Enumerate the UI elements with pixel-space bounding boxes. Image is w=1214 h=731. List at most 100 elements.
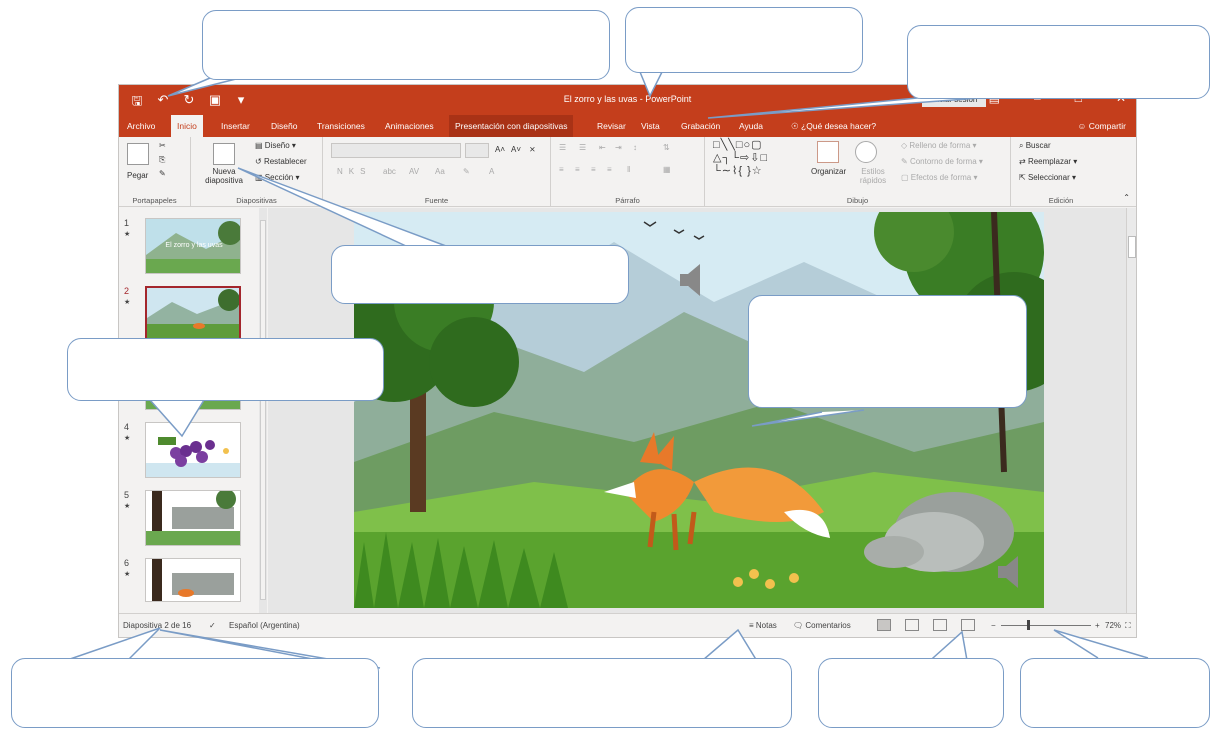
- normal-view-icon[interactable]: [877, 619, 891, 631]
- increase-indent-icon[interactable]: ⇥: [615, 143, 622, 152]
- notes-button[interactable]: ≡ Notas: [749, 621, 777, 630]
- callout-box-new-slide: [331, 245, 629, 304]
- strikethrough-icon[interactable]: abc: [383, 167, 396, 176]
- select-button[interactable]: ⇱ Seleccionar ▾: [1019, 173, 1076, 182]
- collapse-ribbon-icon[interactable]: ⌃: [1123, 193, 1130, 202]
- section-button[interactable]: ▥ Sección ▾: [255, 173, 300, 182]
- slide-thumbnail-1[interactable]: El zorro y las uvas: [145, 218, 241, 274]
- thumbnail-2-image: [147, 288, 239, 340]
- tab-vista[interactable]: Vista: [635, 115, 666, 137]
- tab-ayuda[interactable]: Ayuda: [733, 115, 769, 137]
- callout-box-slide-area: [748, 295, 1027, 408]
- slideshow-view-icon[interactable]: [961, 619, 975, 631]
- quick-styles-button[interactable]: Estilos rápidos: [853, 167, 893, 185]
- paragraph-group: ☰ ☰ ⇤ ⇥ ↕ ⇅ ≡ ≡ ≡ ≡ ‖ ▦ Párrafo: [551, 137, 705, 207]
- font-size-box[interactable]: [465, 143, 489, 158]
- comments-button[interactable]: 🗨 Comentarios: [793, 621, 851, 630]
- slide-thumbnail-6[interactable]: [145, 558, 241, 602]
- paste-icon[interactable]: [127, 143, 149, 165]
- thumbnails-scrollbar[interactable]: [259, 208, 267, 615]
- shapes-gallery[interactable]: □╲╲□○▢ △┐└⇨⇩□ └∼⌇{ }☆: [713, 139, 768, 178]
- zoom-in-icon[interactable]: +: [1095, 621, 1100, 630]
- language-indicator[interactable]: Español (Argentina): [229, 621, 300, 630]
- tab-insertar[interactable]: Insertar: [215, 115, 256, 137]
- arrange-icon[interactable]: [817, 141, 839, 163]
- shape-fill-button[interactable]: ◇ Relleno de forma ▾: [901, 141, 977, 150]
- line-spacing-icon[interactable]: ↕: [633, 143, 637, 152]
- slide-thumbnail-4[interactable]: [145, 422, 241, 478]
- reset-button[interactable]: ↺ Restablecer: [255, 157, 307, 166]
- callout-box-zoom: [1020, 658, 1210, 728]
- arrange-button[interactable]: Organizar: [811, 167, 846, 176]
- tab-archivo[interactable]: Archivo: [121, 115, 161, 137]
- thumbnail-6-image: [146, 559, 240, 601]
- highlight-icon[interactable]: ✎: [463, 167, 470, 176]
- reading-view-icon[interactable]: [933, 619, 947, 631]
- share-button[interactable]: ☺ Compartir: [1078, 115, 1126, 137]
- tab-diseno[interactable]: Diseño: [265, 115, 303, 137]
- find-button[interactable]: ⌕ Buscar: [1019, 141, 1051, 151]
- change-case-icon[interactable]: Aa: [435, 167, 445, 176]
- quick-styles-icon[interactable]: [855, 141, 877, 163]
- new-slide-icon[interactable]: [213, 143, 235, 165]
- tab-transiciones[interactable]: Transiciones: [311, 115, 371, 137]
- layout-button[interactable]: ▤ Diseño ▾: [255, 141, 296, 150]
- slide-thumbnail-2[interactable]: [145, 286, 241, 342]
- callout-box-thumbnails: [67, 338, 384, 401]
- text-direction-icon[interactable]: ⇅: [663, 143, 670, 152]
- slide-vertical-scrollbar[interactable]: [1126, 208, 1136, 615]
- font-style-buttons[interactable]: NKS: [337, 167, 371, 176]
- tab-presentacion[interactable]: Presentación con diapositivas: [449, 115, 574, 137]
- align-center-icon[interactable]: ≡: [575, 165, 580, 174]
- numbering-icon[interactable]: ☰: [579, 143, 586, 152]
- zoom-out-icon[interactable]: −: [991, 621, 996, 630]
- shrink-font-icon[interactable]: A˅: [511, 145, 521, 154]
- comments-label: Comentarios: [805, 621, 851, 630]
- tab-revisar[interactable]: Revisar: [591, 115, 632, 137]
- justify-icon[interactable]: ≡: [607, 165, 612, 174]
- zoom-slider-thumb[interactable]: [1027, 620, 1030, 630]
- copy-icon[interactable]: ⎘: [159, 155, 165, 165]
- align-right-icon[interactable]: ≡: [591, 165, 596, 174]
- clipboard-group-label: Portapapeles: [132, 196, 177, 205]
- smartart-icon[interactable]: ▦: [663, 165, 671, 174]
- format-painter-icon[interactable]: ✎: [159, 169, 166, 178]
- thumbnails-scroll-thumb[interactable]: [260, 220, 266, 600]
- tab-animaciones[interactable]: Animaciones: [379, 115, 440, 137]
- grow-font-icon[interactable]: A˄: [495, 145, 505, 154]
- cut-icon[interactable]: ✂: [159, 141, 166, 150]
- fit-to-window-icon[interactable]: ⛶: [1125, 621, 1131, 631]
- star-icon: ★: [124, 503, 131, 510]
- slide-scroll-thumb[interactable]: [1128, 236, 1136, 258]
- zoom-slider[interactable]: [1001, 625, 1091, 626]
- paste-button[interactable]: Pegar: [127, 171, 148, 180]
- clear-format-icon[interactable]: ⨯: [529, 145, 536, 154]
- shape-effects-button[interactable]: ▢ Efectos de forma ▾: [901, 173, 978, 182]
- thumbnail-number: 4: [124, 422, 130, 432]
- tab-inicio[interactable]: Inicio: [171, 115, 203, 137]
- columns-icon[interactable]: ‖: [627, 165, 630, 174]
- tell-me-search[interactable]: ☉ ¿Qué desea hacer?: [785, 115, 882, 137]
- slide-counter[interactable]: Diapositiva 2 de 16: [123, 621, 191, 630]
- spellcheck-icon[interactable]: ✓: [209, 621, 216, 630]
- decrease-indent-icon[interactable]: ⇤: [599, 143, 606, 152]
- thumbnail-number: 2: [124, 286, 130, 296]
- slide-thumbnails-pane: 1 ★ El zorro y las uvas 2 ★ 3 4 ★: [119, 208, 267, 615]
- char-spacing-icon[interactable]: AV: [409, 167, 419, 176]
- slides-group: Nueva diapositiva ▤ Diseño ▾ ↺ Restablec…: [191, 137, 323, 207]
- align-left-icon[interactable]: ≡: [559, 165, 564, 174]
- bullets-icon[interactable]: ☰: [559, 143, 566, 152]
- ribbon-tabs: Archivo Inicio Insertar Diseño Transicio…: [119, 115, 1136, 137]
- ribbon: Pegar ✂ ⎘ ✎ Portapapeles Nueva diapositi…: [119, 137, 1136, 207]
- zoom-level[interactable]: 72%: [1105, 621, 1121, 630]
- tab-grabacion[interactable]: Grabación: [675, 115, 726, 137]
- font-name-box[interactable]: [331, 143, 461, 158]
- slide-thumbnail-5[interactable]: [145, 490, 241, 546]
- slide-sorter-icon[interactable]: [905, 619, 919, 631]
- thumbnail-1-title: El zorro y las uvas: [165, 242, 223, 249]
- new-slide-button[interactable]: Nueva diapositiva: [199, 167, 249, 185]
- shape-outline-button[interactable]: ✎ Contorno de forma ▾: [901, 157, 983, 166]
- font-group-label: Fuente: [424, 196, 449, 205]
- font-color-icon[interactable]: A: [489, 167, 494, 176]
- replace-button[interactable]: ⇄ Reemplazar ▾: [1019, 157, 1077, 166]
